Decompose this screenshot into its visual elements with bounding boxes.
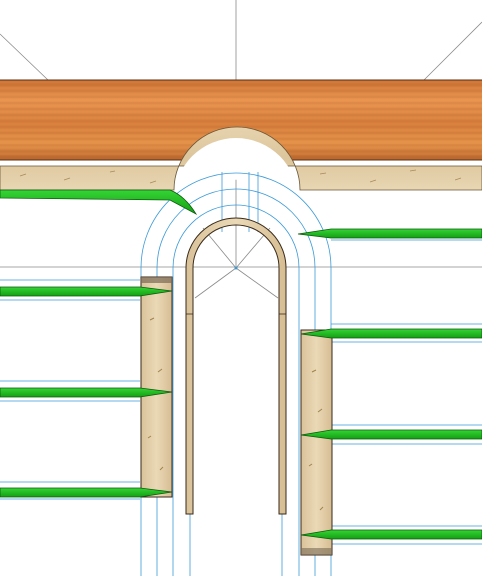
left-shelf-1 <box>0 286 173 297</box>
arch-radial-lower <box>194 267 237 299</box>
right-shelf-2 <box>300 328 482 339</box>
shelves <box>0 228 482 540</box>
diagonal-right <box>423 21 482 81</box>
right-shelf-4 <box>300 529 482 540</box>
right-shelf-3 <box>300 429 482 440</box>
right-shelf-1 <box>297 228 482 239</box>
shelf-top-left <box>0 189 198 216</box>
left-post <box>140 276 173 498</box>
arch-center-point <box>234 266 238 270</box>
diagonal-left <box>0 33 49 81</box>
right-post <box>300 329 333 556</box>
left-shelf-2 <box>0 387 173 398</box>
arch-guide-4 <box>189 221 283 576</box>
arch-radial-lower-r <box>235 267 279 299</box>
left-shelf-3 <box>0 487 173 498</box>
drawing-canvas <box>0 0 482 576</box>
